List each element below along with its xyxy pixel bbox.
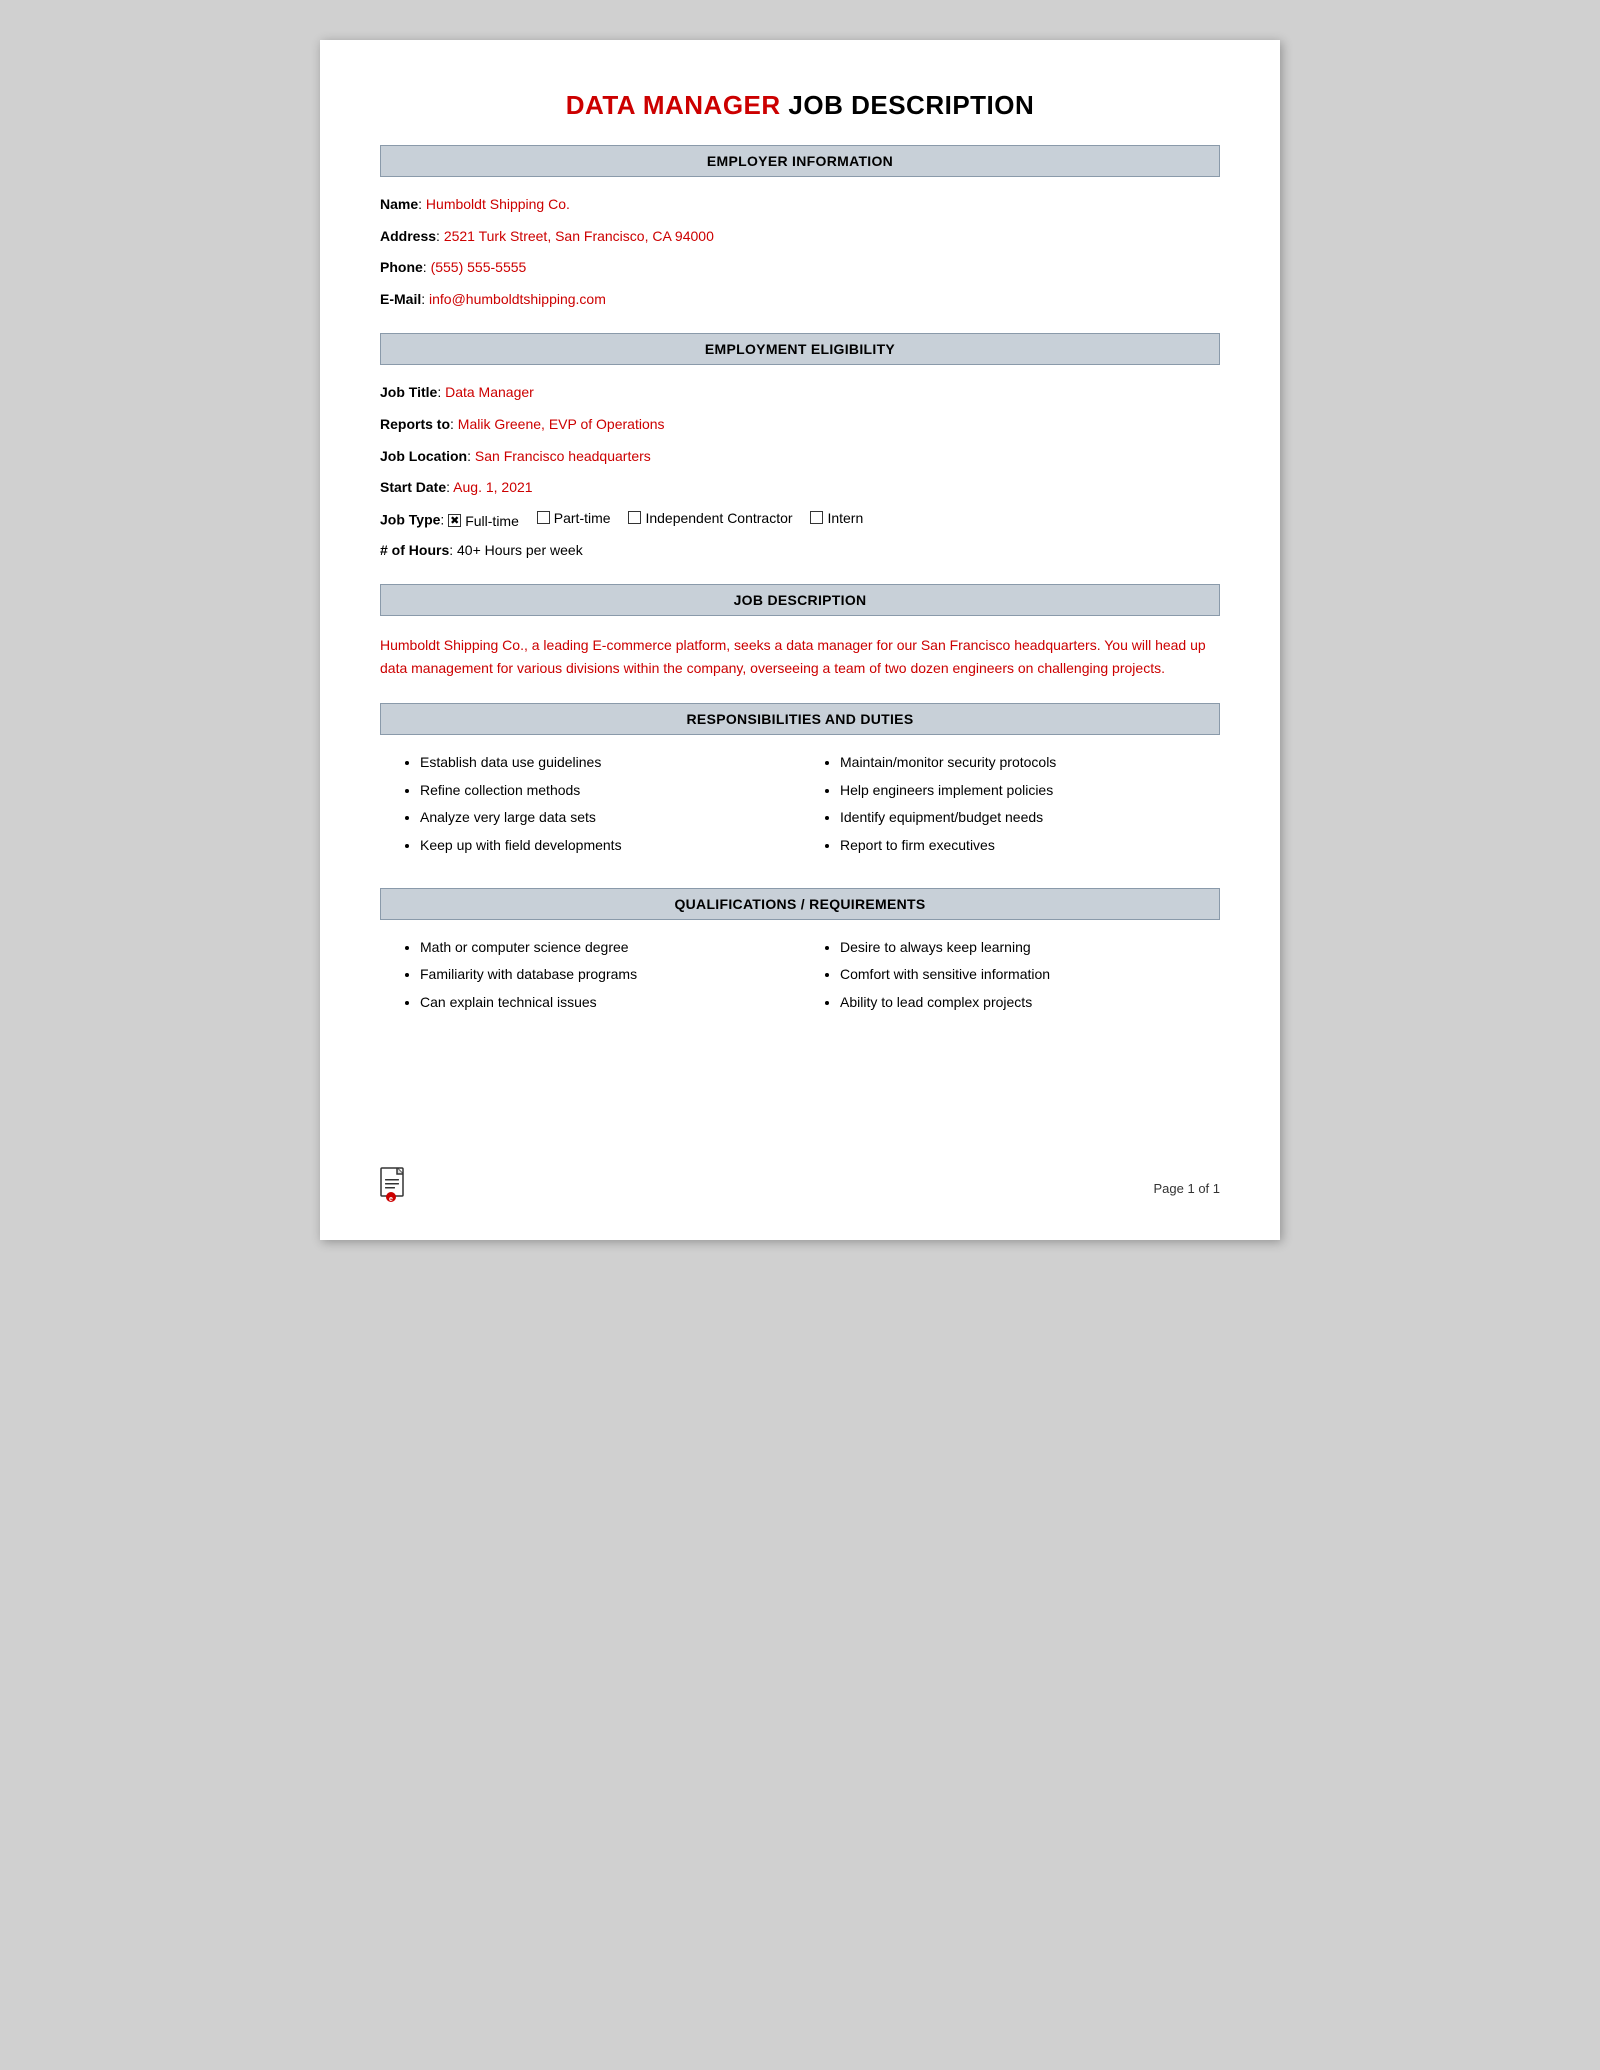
employer-phone-value: (555) 555-5555	[431, 259, 527, 275]
list-item: Desire to always keep learning	[840, 938, 1220, 958]
employer-email-line: E-Mail: info@humboldtshipping.com	[380, 290, 1220, 310]
job-type-label: Job Type	[380, 511, 440, 527]
job-title-label: Job Title	[380, 384, 437, 400]
employer-address-value: 2521 Turk Street, San Francisco, CA 9400…	[444, 228, 714, 244]
job-description-text: Humboldt Shipping Co., a leading E-comme…	[380, 634, 1220, 679]
employer-email-label: E-Mail	[380, 291, 421, 307]
list-item: Report to firm executives	[840, 836, 1220, 856]
qualifications-section: QUALIFICATIONS / REQUIREMENTS Math or co…	[380, 888, 1220, 1021]
list-item: Establish data use guidelines	[420, 753, 800, 773]
responsibilities-col2: Maintain/monitor security protocols Help…	[800, 753, 1220, 863]
employer-name-label: Name	[380, 196, 418, 212]
contractor-checkbox	[628, 511, 641, 524]
parttime-label: Part-time	[554, 510, 611, 526]
list-item: Help engineers implement policies	[840, 781, 1220, 801]
employer-info-fields: Name: Humboldt Shipping Co. Address: 252…	[380, 195, 1220, 309]
page-footer: e Page 1 of 1	[380, 1167, 1220, 1210]
contractor-label: Independent Contractor	[645, 510, 792, 526]
start-date-value: Aug. 1, 2021	[453, 479, 532, 495]
responsibilities-list: Establish data use guidelines Refine col…	[380, 753, 1220, 863]
list-item: Maintain/monitor security protocols	[840, 753, 1220, 773]
list-item: Math or computer science degree	[420, 938, 800, 958]
qualifications-header: QUALIFICATIONS / REQUIREMENTS	[380, 888, 1220, 920]
list-item: Familiarity with database programs	[420, 965, 800, 985]
employer-address-label: Address	[380, 228, 436, 244]
job-description-header: JOB DESCRIPTION	[380, 584, 1220, 616]
list-item: Comfort with sensitive information	[840, 965, 1220, 985]
job-location-value: San Francisco headquarters	[475, 448, 651, 464]
eligibility-fields: Job Title: Data Manager Reports to: Mali…	[380, 383, 1220, 560]
intern-checkbox	[810, 511, 823, 524]
main-title: DATA MANAGER JOB DESCRIPTION	[380, 90, 1220, 121]
document-page: DATA MANAGER JOB DESCRIPTION EMPLOYER IN…	[320, 40, 1280, 1240]
title-black: JOB DESCRIPTION	[781, 90, 1035, 120]
job-title-value: Data Manager	[445, 384, 534, 400]
qualifications-col1: Math or computer science degree Familiar…	[380, 938, 800, 1021]
responsibilities-col1: Establish data use guidelines Refine col…	[380, 753, 800, 863]
job-type-parttime: Part-time	[537, 510, 611, 526]
responsibilities-header: RESPONSIBILITIES AND DUTIES	[380, 703, 1220, 735]
job-location-line: Job Location: San Francisco headquarters	[380, 447, 1220, 467]
list-item: Keep up with field developments	[420, 836, 800, 856]
job-type-fulltime: ✖ Full-time	[448, 513, 519, 529]
list-item: Analyze very large data sets	[420, 808, 800, 828]
job-title-line: Job Title: Data Manager	[380, 383, 1220, 403]
hours-line: # of Hours: 40+ Hours per week	[380, 541, 1220, 561]
employer-info-header: EMPLOYER INFORMATION	[380, 145, 1220, 177]
parttime-checkbox	[537, 511, 550, 524]
employer-info-section: EMPLOYER INFORMATION Name: Humboldt Ship…	[380, 145, 1220, 309]
responsibilities-col1-list: Establish data use guidelines Refine col…	[400, 753, 800, 855]
job-type-intern: Intern	[810, 510, 863, 526]
start-date-line: Start Date: Aug. 1, 2021	[380, 478, 1220, 498]
employer-name-line: Name: Humboldt Shipping Co.	[380, 195, 1220, 215]
job-type-line: Job Type: ✖ Full-time Part-time Independ…	[380, 510, 1220, 529]
start-date-label: Start Date	[380, 479, 446, 495]
job-type-contractor: Independent Contractor	[628, 510, 792, 526]
employer-phone-label: Phone	[380, 259, 423, 275]
employment-eligibility-section: EMPLOYMENT ELIGIBILITY Job Title: Data M…	[380, 333, 1220, 560]
responsibilities-col2-list: Maintain/monitor security protocols Help…	[820, 753, 1220, 855]
hours-value: 40+ Hours per week	[457, 542, 583, 558]
svg-text:e: e	[389, 1196, 393, 1203]
title-red: DATA MANAGER	[566, 90, 781, 120]
responsibilities-section: RESPONSIBILITIES AND DUTIES Establish da…	[380, 703, 1220, 863]
reports-to-label: Reports to	[380, 416, 450, 432]
reports-to-value: Malik Greene, EVP of Operations	[458, 416, 665, 432]
list-item: Refine collection methods	[420, 781, 800, 801]
qualifications-col2-list: Desire to always keep learning Comfort w…	[820, 938, 1220, 1013]
qualifications-col1-list: Math or computer science degree Familiar…	[400, 938, 800, 1013]
qualifications-list: Math or computer science degree Familiar…	[380, 938, 1220, 1021]
qualifications-col2: Desire to always keep learning Comfort w…	[800, 938, 1220, 1021]
job-location-label: Job Location	[380, 448, 467, 464]
employer-address-line: Address: 2521 Turk Street, San Francisco…	[380, 227, 1220, 247]
list-item: Can explain technical issues	[420, 993, 800, 1013]
fulltime-checkbox: ✖	[448, 514, 461, 527]
page-number: Page 1 of 1	[1154, 1181, 1221, 1196]
reports-to-line: Reports to: Malik Greene, EVP of Operati…	[380, 415, 1220, 435]
document-icon: e	[380, 1167, 410, 1210]
employer-email-value: info@humboldtshipping.com	[429, 291, 606, 307]
employment-eligibility-header: EMPLOYMENT ELIGIBILITY	[380, 333, 1220, 365]
employer-phone-line: Phone: (555) 555-5555	[380, 258, 1220, 278]
fulltime-label: Full-time	[465, 513, 519, 529]
list-item: Identify equipment/budget needs	[840, 808, 1220, 828]
job-description-section: JOB DESCRIPTION Humboldt Shipping Co., a…	[380, 584, 1220, 679]
employer-name-value: Humboldt Shipping Co.	[426, 196, 570, 212]
hours-label: # of Hours	[380, 542, 449, 558]
list-item: Ability to lead complex projects	[840, 993, 1220, 1013]
intern-label: Intern	[827, 510, 863, 526]
